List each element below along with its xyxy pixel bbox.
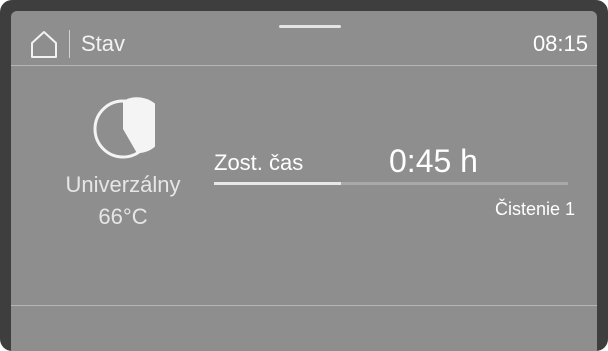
header-divider — [69, 30, 70, 58]
appliance-frame: Stav 08:15 Univerzálny 66°C Zost. čas 0:… — [0, 0, 608, 351]
remaining-time-value: 0:45 h — [389, 143, 478, 179]
program-temperature: 66°C — [98, 204, 148, 229]
progress-bar-fill — [214, 182, 342, 185]
progress-bar — [214, 182, 568, 185]
pie-chart-icon — [91, 97, 155, 161]
clock: 08:15 — [532, 31, 588, 56]
phase-label: Čistenie 1 — [494, 199, 575, 219]
home-button[interactable] — [29, 29, 59, 59]
home-icon — [29, 29, 59, 59]
remaining-time-label: Zost. čas — [214, 150, 304, 175]
status-header: Stav 08:15 — [11, 11, 597, 66]
display-screen: Stav 08:15 Univerzálny 66°C Zost. čas 0:… — [11, 11, 597, 351]
footer-divider — [11, 305, 597, 306]
program-name: Univerzálny — [65, 172, 181, 197]
page-title: Stav — [81, 31, 126, 56]
